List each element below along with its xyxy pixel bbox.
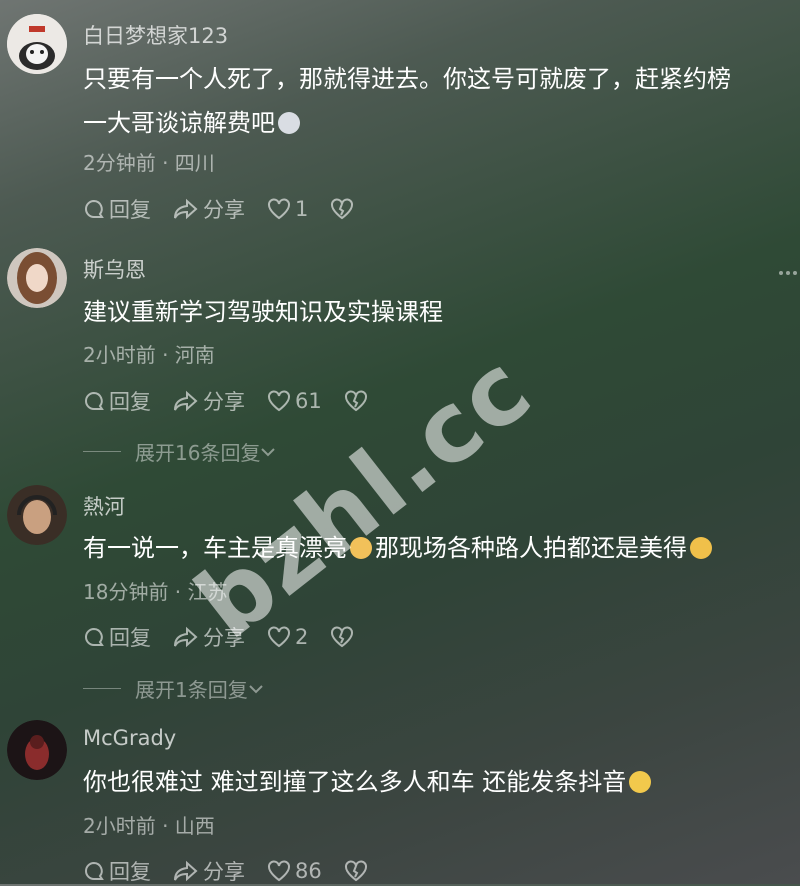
like-button[interactable]: 1 <box>267 197 308 221</box>
divider <box>83 688 121 689</box>
comment-text: 只要有一个人死了，那就得进去。你这号可就废了，赶紧约榜 一大哥谈谅解费吧 <box>83 57 793 145</box>
comment-actions: 回复 分享 61 <box>83 386 394 416</box>
reply-button[interactable]: 回复 <box>83 622 151 652</box>
reply-button[interactable]: 回复 <box>83 856 151 886</box>
reply-bubble-icon <box>85 627 104 646</box>
comment-text-part: 你也很难过 难过到撞了这么多人和车 还能发条抖音 <box>83 768 627 796</box>
username[interactable]: 白日梦想家123 <box>83 20 228 50</box>
like-button[interactable]: 86 <box>267 859 322 883</box>
comment-text: 建议重新学习驾驶知识及实操课程 <box>83 298 443 326</box>
share-button[interactable]: 分享 <box>173 194 245 224</box>
heart-icon <box>268 198 290 220</box>
divider <box>83 451 121 452</box>
share-arrow-icon <box>174 390 198 412</box>
comment-text-line: 只要有一个人死了，那就得进去。你这号可就废了，赶紧约榜 <box>83 65 731 93</box>
cat-emoji-icon <box>278 112 300 134</box>
share-label: 分享 <box>203 198 245 222</box>
broken-heart-icon <box>331 626 354 648</box>
heart-icon <box>268 860 290 882</box>
avatar[interactable] <box>7 14 67 74</box>
reply-button[interactable]: 回复 <box>83 194 151 224</box>
comment-text: 你也很难过 难过到撞了这么多人和车 还能发条抖音 <box>83 760 793 804</box>
watermark: bzhl.cc <box>175 331 552 661</box>
share-arrow-icon <box>174 198 198 220</box>
dislike-button[interactable] <box>330 626 358 648</box>
avatar[interactable] <box>7 720 67 780</box>
expand-replies-button[interactable]: 展开16条回复 <box>83 437 276 466</box>
username[interactable]: 熱河 <box>83 491 125 521</box>
share-button[interactable]: 分享 <box>173 856 245 886</box>
reply-label: 回复 <box>109 198 151 222</box>
expand-replies-button[interactable]: 展开1条回复 <box>83 674 264 703</box>
broken-heart-icon <box>344 390 367 412</box>
broken-heart-icon <box>331 198 354 220</box>
avatar[interactable] <box>7 485 67 545</box>
chevron-down-icon <box>249 684 263 693</box>
share-label: 分享 <box>203 860 245 884</box>
comment-meta: 2小时前 · 山西 <box>83 814 215 838</box>
comment-text-line: 一大哥谈谅解费吧 <box>83 101 793 145</box>
like-count: 2 <box>295 625 309 649</box>
username[interactable]: 斯乌恩 <box>83 254 146 284</box>
thinking-face-emoji-icon <box>690 537 712 559</box>
dislike-button[interactable] <box>344 390 372 412</box>
reply-label: 回复 <box>109 626 151 650</box>
comment-meta: 2小时前 · 河南 <box>83 343 215 367</box>
comment-actions: 回复 分享 1 <box>83 194 380 224</box>
like-count: 86 <box>295 859 322 883</box>
like-button[interactable]: 61 <box>267 389 322 413</box>
expand-replies-label: 展开16条回复 <box>135 441 261 465</box>
like-count: 61 <box>295 389 322 413</box>
avatar[interactable] <box>7 248 67 308</box>
comment-text-line: 一大哥谈谅解费吧 <box>83 109 275 137</box>
comment-actions: 回复 分享 86 <box>83 856 394 886</box>
username[interactable]: McGrady <box>83 726 176 750</box>
reply-button[interactable]: 回复 <box>83 386 151 416</box>
expand-replies-label: 展开1条回复 <box>135 678 248 702</box>
reply-bubble-icon <box>85 391 104 410</box>
comment-meta: 2分钟前 · 四川 <box>83 151 215 175</box>
dislike-button[interactable] <box>344 860 372 882</box>
dislike-button[interactable] <box>330 198 358 220</box>
share-button[interactable]: 分享 <box>173 386 245 416</box>
more-options-icon[interactable] <box>778 270 798 276</box>
reply-bubble-icon <box>85 199 104 218</box>
broken-heart-icon <box>344 860 367 882</box>
share-label: 分享 <box>203 390 245 414</box>
reply-bubble-icon <box>85 861 104 880</box>
grimace-emoji-icon <box>629 771 652 793</box>
heart-icon <box>268 390 290 412</box>
share-arrow-icon <box>174 626 198 648</box>
comment-text-part: 那现场各种路人拍都还是美得 <box>375 534 687 562</box>
reply-label: 回复 <box>109 860 151 884</box>
share-arrow-icon <box>174 860 198 882</box>
reply-label: 回复 <box>109 390 151 414</box>
chevron-down-icon <box>261 447 276 456</box>
like-count: 1 <box>295 197 309 221</box>
